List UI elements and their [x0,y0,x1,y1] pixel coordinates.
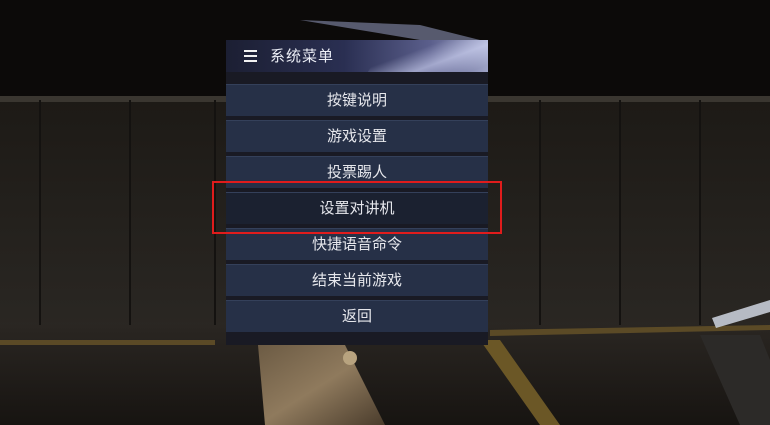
menu-item-key-help[interactable]: 按键说明 [226,84,488,116]
header-light-streak [358,40,488,72]
menu-item-game-settings[interactable]: 游戏设置 [226,120,488,152]
menu-header: 系统菜单 [226,40,488,72]
menu-title: 系统菜单 [270,47,335,65]
system-menu: 系统菜单 按键说明 游戏设置 投票踢人 设置对讲机 快捷语音命令 结束当前游戏 … [226,40,488,345]
menu-item-set-walkie-talkie[interactable]: 设置对讲机 [226,192,488,224]
hamburger-icon [244,50,257,62]
menu-item-back[interactable]: 返回 [226,300,488,332]
menu-item-quick-voice-commands[interactable]: 快捷语音命令 [226,228,488,260]
menu-item-vote-kick[interactable]: 投票踢人 [226,156,488,188]
menu-item-end-game[interactable]: 结束当前游戏 [226,264,488,296]
